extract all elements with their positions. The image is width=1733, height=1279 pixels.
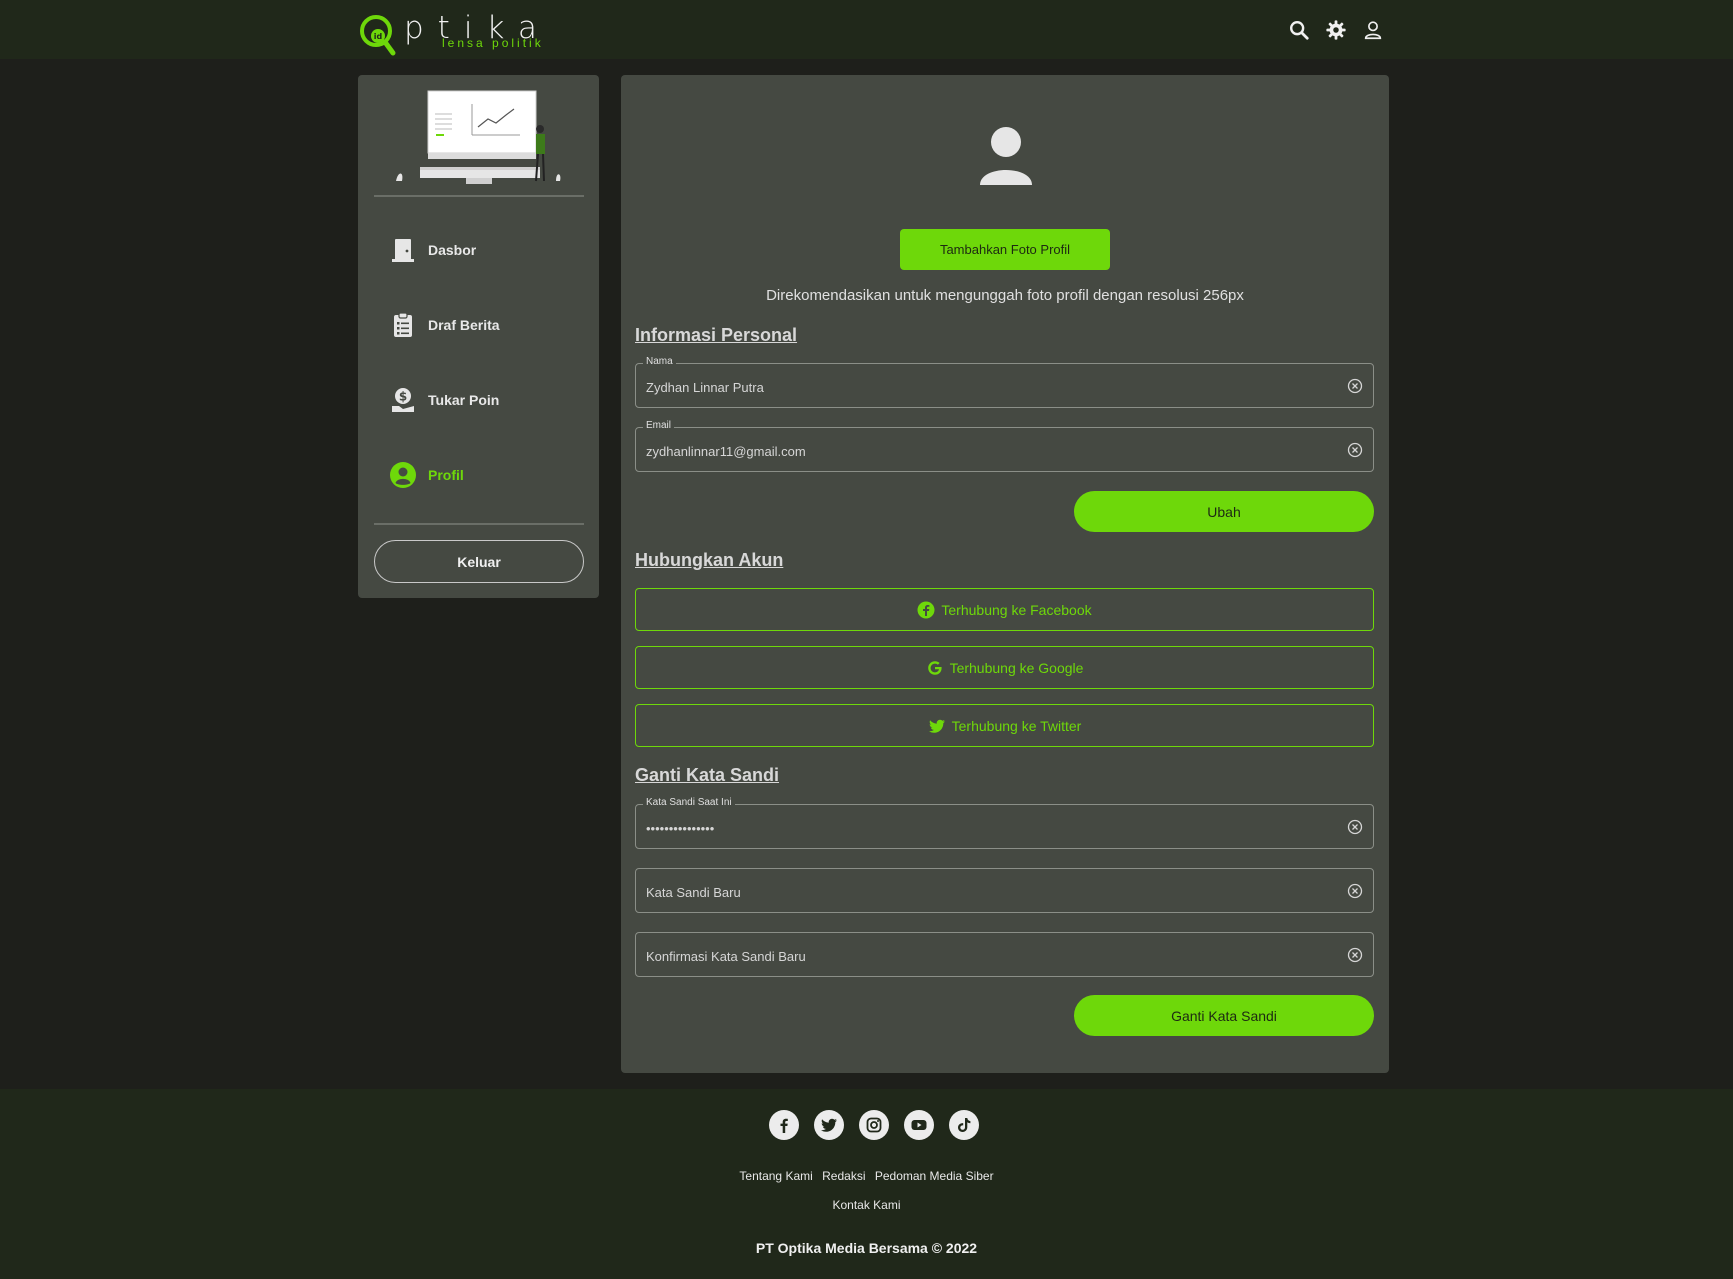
user-icon[interactable]	[1362, 19, 1384, 41]
logout-button[interactable]: Keluar	[374, 540, 584, 583]
email-field[interactable]: Email	[635, 420, 1374, 472]
email-input[interactable]	[646, 441, 1326, 461]
youtube-icon[interactable]	[904, 1110, 934, 1140]
clear-icon[interactable]	[1347, 442, 1363, 458]
sidebar: Dasbor Draf Berita $ Tukar Poin Profil K…	[358, 75, 599, 598]
twitter-icon	[928, 719, 945, 733]
connect-twitter-label: Terhubung ke Twitter	[951, 717, 1082, 734]
logo-mark-text: id	[374, 32, 383, 41]
svg-text:$: $	[399, 390, 407, 404]
clear-icon[interactable]	[1347, 378, 1363, 394]
optika-logo[interactable]: id ptika lensa politik	[358, 10, 558, 56]
avatar-placeholder-icon	[980, 127, 1032, 185]
footer: Tentang Kami Redaksi Pedoman Media Siber…	[0, 1089, 1733, 1279]
logo-magnifier-icon: id	[360, 15, 396, 56]
footer-links: Tentang Kami Redaksi Pedoman Media Siber	[0, 1169, 1733, 1183]
sidebar-item-label: Tukar Poin	[428, 392, 500, 408]
new-password-field[interactable]	[635, 868, 1374, 913]
footer-link-pedoman-media-siber[interactable]: Pedoman Media Siber	[875, 1169, 994, 1183]
google-icon	[927, 660, 942, 675]
footer-link-tentang-kami[interactable]: Tentang Kami	[739, 1169, 812, 1183]
change-password-button[interactable]: Ganti Kata Sandi	[1074, 995, 1374, 1036]
name-field[interactable]: Nama	[635, 356, 1374, 408]
footer-link-redaksi[interactable]: Redaksi	[822, 1169, 865, 1183]
connect-google-button[interactable]: Terhubung ke Google	[635, 646, 1374, 689]
sidebar-item-dasbor[interactable]: Dasbor	[388, 230, 578, 270]
top-header: id ptika lensa politik	[0, 0, 1733, 59]
confirm-password-input[interactable]	[646, 946, 1326, 966]
profile-panel: Tambahkan Foto Profil Direkomendasikan u…	[621, 75, 1389, 1073]
sidebar-item-draf-berita[interactable]: Draf Berita	[388, 305, 578, 345]
copyright-text: PT Optika Media Bersama © 2022	[755, 1240, 978, 1256]
sidebar-item-label: Dasbor	[428, 242, 477, 258]
coin-hand-icon: $	[388, 385, 418, 415]
dashboard-illustration	[396, 90, 561, 184]
clear-icon[interactable]	[1347, 819, 1363, 835]
instagram-icon[interactable]	[859, 1110, 889, 1140]
sidebar-divider	[374, 523, 584, 525]
logo-tagline: lensa politik	[442, 36, 544, 50]
tiktok-icon[interactable]	[949, 1110, 979, 1140]
current-password-input[interactable]	[646, 818, 1326, 838]
name-input[interactable]	[646, 377, 1326, 397]
sidebar-item-label: Profil	[428, 467, 464, 483]
connect-accounts-title: Hubungkan Akun	[635, 550, 784, 570]
current-password-label: Kata Sandi Saat Ini	[643, 797, 735, 808]
sidebar-item-profil[interactable]: Profil	[388, 455, 578, 495]
connect-facebook-label: Terhubung ke Facebook	[941, 601, 1092, 618]
twitter-icon[interactable]	[814, 1110, 844, 1140]
facebook-icon	[917, 601, 935, 618]
door-icon	[388, 235, 418, 265]
facebook-icon[interactable]	[769, 1110, 799, 1140]
sidebar-item-tukar-poin[interactable]: $ Tukar Poin	[388, 380, 578, 420]
clipboard-icon	[388, 310, 418, 340]
name-field-label: Nama	[643, 356, 676, 367]
footer-link-kontak-kami[interactable]: Kontak Kami	[0, 1198, 1733, 1212]
user-circle-icon	[388, 460, 418, 490]
confirm-password-field[interactable]	[635, 932, 1374, 977]
update-profile-button[interactable]: Ubah	[1074, 491, 1374, 532]
new-password-input[interactable]	[646, 882, 1326, 902]
gear-icon[interactable]	[1325, 19, 1347, 41]
add-profile-photo-button[interactable]: Tambahkan Foto Profil	[900, 229, 1110, 270]
connect-google-label: Terhubung ke Google	[949, 659, 1084, 676]
sidebar-divider	[374, 195, 584, 197]
email-field-label: Email	[643, 420, 675, 431]
clear-icon[interactable]	[1347, 947, 1363, 963]
search-icon[interactable]	[1288, 19, 1310, 41]
current-password-field[interactable]: Kata Sandi Saat Ini	[635, 797, 1374, 849]
personal-info-title: Informasi Personal	[635, 325, 798, 345]
clear-icon[interactable]	[1347, 883, 1363, 899]
photo-recommendation-text: Direkomendasikan untuk mengunggah foto p…	[766, 287, 1244, 304]
sidebar-item-label: Draf Berita	[428, 317, 500, 333]
connect-twitter-button[interactable]: Terhubung ke Twitter	[635, 704, 1374, 747]
connect-facebook-button[interactable]: Terhubung ke Facebook	[635, 588, 1374, 631]
change-password-title: Ganti Kata Sandi	[635, 765, 780, 785]
